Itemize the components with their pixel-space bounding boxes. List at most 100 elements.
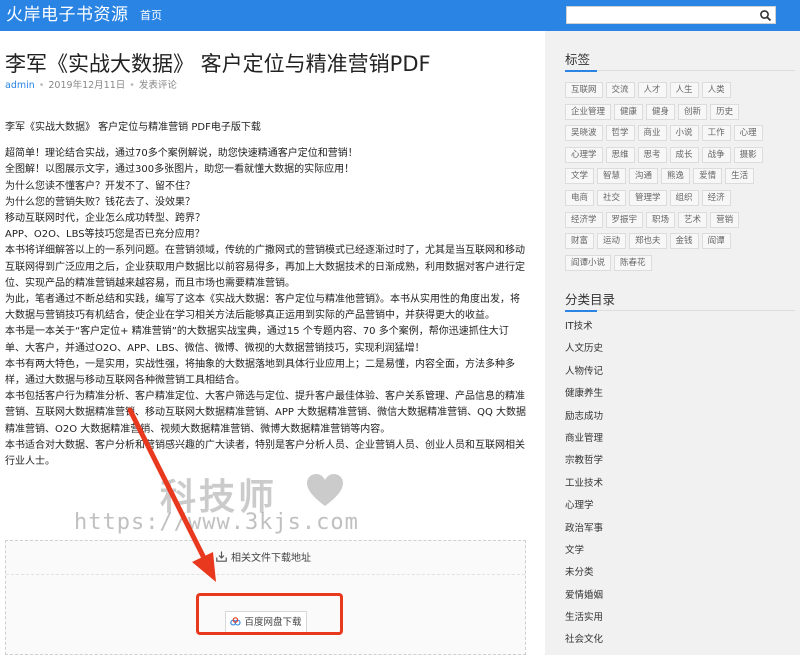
tag-link[interactable]: 电商: [565, 189, 595, 206]
post-paragraph: 为什么您读不懂客户？开发不了、留不住？: [5, 180, 195, 192]
post-title: 李军《实战大数据》 客户定位与精准营销PDF: [5, 52, 431, 76]
tag-link[interactable]: 商业: [637, 125, 667, 142]
tag-link[interactable]: 爱情: [693, 168, 723, 185]
tag-link[interactable]: 智慧: [597, 168, 627, 185]
category-link[interactable]: 文学: [565, 544, 603, 566]
tag-link[interactable]: 经济: [701, 189, 731, 206]
post-author-link[interactable]: admin: [5, 80, 35, 91]
tag-link[interactable]: 沟通: [629, 168, 659, 185]
search-icon[interactable]: [759, 9, 772, 22]
tag-link[interactable]: 人类: [701, 82, 731, 98]
tag-link[interactable]: 人才: [637, 82, 667, 98]
tag-link[interactable]: 营销: [710, 211, 740, 228]
tag-row: 阎谭小说 陈春花: [565, 250, 797, 272]
post-paragraph: 超简单！理论结合实战，通过70多个案例解说，助您快速精通客户定位和营销！: [5, 148, 358, 160]
category-link[interactable]: 健康养生: [565, 387, 603, 409]
tag-link[interactable]: 阎谭: [701, 233, 731, 250]
category-link[interactable]: IT技术: [565, 320, 603, 342]
tags-heading: 标签: [565, 52, 591, 67]
tag-row: 心理学 思维 思考 成长 战争 摄影: [565, 142, 797, 164]
tag-link[interactable]: 管理学: [629, 189, 667, 206]
tag-link[interactable]: 摄影: [733, 146, 763, 163]
tag-link[interactable]: 生活: [725, 168, 755, 185]
tag-link[interactable]: 小说: [669, 125, 699, 142]
post-paragraph: 移动互联网时代，企业怎么成功转型、跨界？: [5, 213, 205, 225]
category-link[interactable]: 宗教哲学: [565, 454, 603, 476]
tag-row: 电商 社交 管理学 组织 经济: [565, 185, 797, 207]
tag-link[interactable]: 陈春花: [614, 254, 652, 271]
post-lead: 李军《实战大数据》 客户定位与精准营销 PDF电子版下载: [5, 122, 261, 133]
tag-link[interactable]: 金钱: [669, 233, 699, 250]
post-paragraph: 为此，笔者通过不断总结和实践，编写了这本《实战大数据：客户定位与精准他营销》。本…: [5, 294, 520, 322]
category-link[interactable]: 政治军事: [565, 522, 603, 544]
category-link[interactable]: 商业管理: [565, 432, 603, 454]
tag-link[interactable]: 心理学: [565, 146, 603, 163]
tag-link[interactable]: 思维: [605, 146, 635, 163]
tag-link[interactable]: 罗振宇: [605, 211, 644, 228]
category-link[interactable]: 心理学: [565, 499, 603, 521]
search-input[interactable]: [566, 6, 776, 24]
post-paragraph: 本书是一本关于“客户定位+ 精准营销”的大数据实战宝典，通过15 个专题内容、7…: [5, 326, 509, 354]
comment-link[interactable]: 发表评论: [139, 80, 177, 91]
watermark-heart-icon: [307, 474, 343, 506]
post-paragraph: 本书适合对大数据、客户分析和营销感兴趣的广大读者，特别是客户分析人员、企业营销人…: [5, 439, 525, 468]
tag-link[interactable]: 经济学: [565, 211, 603, 228]
download-box-title: 相关文件下载地址: [231, 553, 311, 564]
tag-row: 财富 运动 郑也夫 金钱 阎谭: [565, 228, 797, 250]
tag-link[interactable]: 思考: [637, 146, 667, 163]
tag-link[interactable]: 交流: [605, 82, 635, 98]
post-date: 2019年12月11日: [48, 80, 126, 91]
category-link[interactable]: 人物传记: [565, 365, 603, 387]
post-paragraph: 本书包括客户行为精准分析、客户精准定位、大客户筛选与定位、提升客户最佳体验、客户…: [5, 391, 527, 435]
post-paragraph: 为什么您的营销失败？钱花去了、没效果？: [5, 196, 195, 208]
tag-link[interactable]: 熊逸: [661, 168, 691, 185]
category-link[interactable]: 未分类: [565, 566, 603, 588]
tag-row: 吴晓波 哲学 商业 小说 工作 心理: [565, 120, 797, 142]
category-link[interactable]: 爱情婚姻: [565, 589, 603, 611]
tag-link[interactable]: 健身: [646, 103, 676, 120]
tag-row: 企业管理 健康 健身 创新 历史: [565, 99, 797, 121]
tag-link[interactable]: 财富: [565, 233, 595, 250]
sidebar: 标签 互联网 交流 人才 人生 人类 企业管理 健康 健身 创新 历史 吴晓波 哲学 商业 小说 工作心…: [545, 31, 800, 655]
meta-separator: •: [129, 80, 135, 91]
tag-link[interactable]: 历史: [710, 103, 740, 120]
tag-link[interactable]: 成长: [669, 146, 699, 163]
tag-link[interactable]: 运动: [597, 233, 627, 250]
tag-link[interactable]: 阎谭小说: [565, 254, 612, 271]
category-link[interactable]: 工业技术: [565, 477, 603, 499]
tag-link[interactable]: 艺术: [678, 211, 708, 228]
tag-link[interactable]: 心理: [733, 125, 763, 142]
tag-link[interactable]: 工作: [701, 125, 731, 142]
tag-row: 文学 智慧 沟通 熊逸 爱情 生活: [565, 163, 797, 185]
tag-cloud: 互联网 交流 人才 人生 人类 企业管理 健康 健身 创新 历史 吴晓波 哲学 商业 小说 工作 心理 心…: [565, 77, 797, 271]
tag-link[interactable]: 互联网: [565, 82, 603, 98]
post-paragraph: 本书将详细解答以上的一系列问题。在营销领域，传统的广撒网式的营销模式已经逐渐过时…: [5, 245, 525, 289]
tag-link[interactable]: 企业管理: [565, 103, 612, 120]
category-link[interactable]: 人文历史: [565, 342, 603, 364]
tags-divider: [565, 70, 795, 72]
meta-separator: •: [38, 80, 45, 91]
nav-home-link[interactable]: 首页: [140, 8, 162, 23]
tag-link[interactable]: 职场: [646, 211, 676, 228]
tag-link[interactable]: 哲学: [605, 125, 635, 142]
site-title[interactable]: 火岸电子书资源: [6, 3, 129, 27]
download-icon: [216, 551, 227, 562]
post-content: 李军《实战大数据》 客户定位与精准营销 PDF电子版下载 超简单！理论结合实战，…: [5, 120, 528, 470]
category-list: IT技术 人文历史 人物传记 健康养生 励志成功 商业管理 宗教哲学 工业技术 …: [565, 320, 603, 655]
categories-heading: 分类目录: [565, 292, 616, 307]
category-link[interactable]: 励志成功: [565, 410, 603, 432]
tag-link[interactable]: 社交: [597, 189, 627, 206]
tag-row: 互联网 交流 人才 人生 人类: [565, 77, 797, 99]
category-link[interactable]: 社会文化: [565, 633, 603, 655]
tag-link[interactable]: 郑也夫: [629, 233, 667, 250]
watermark-url: https://www.3kjs.com: [74, 510, 359, 535]
tag-row: 经济学 罗振宇 职场 艺术 营销: [565, 207, 797, 229]
tag-link[interactable]: 吴晓波: [565, 125, 603, 142]
category-link[interactable]: 生活实用: [565, 611, 603, 633]
tag-link[interactable]: 人生: [669, 82, 699, 98]
tag-link[interactable]: 组织: [669, 189, 699, 206]
tag-link[interactable]: 创新: [678, 103, 708, 120]
tag-link[interactable]: 文学: [565, 168, 595, 185]
tag-link[interactable]: 健康: [614, 103, 644, 120]
tag-link[interactable]: 战争: [701, 146, 731, 163]
